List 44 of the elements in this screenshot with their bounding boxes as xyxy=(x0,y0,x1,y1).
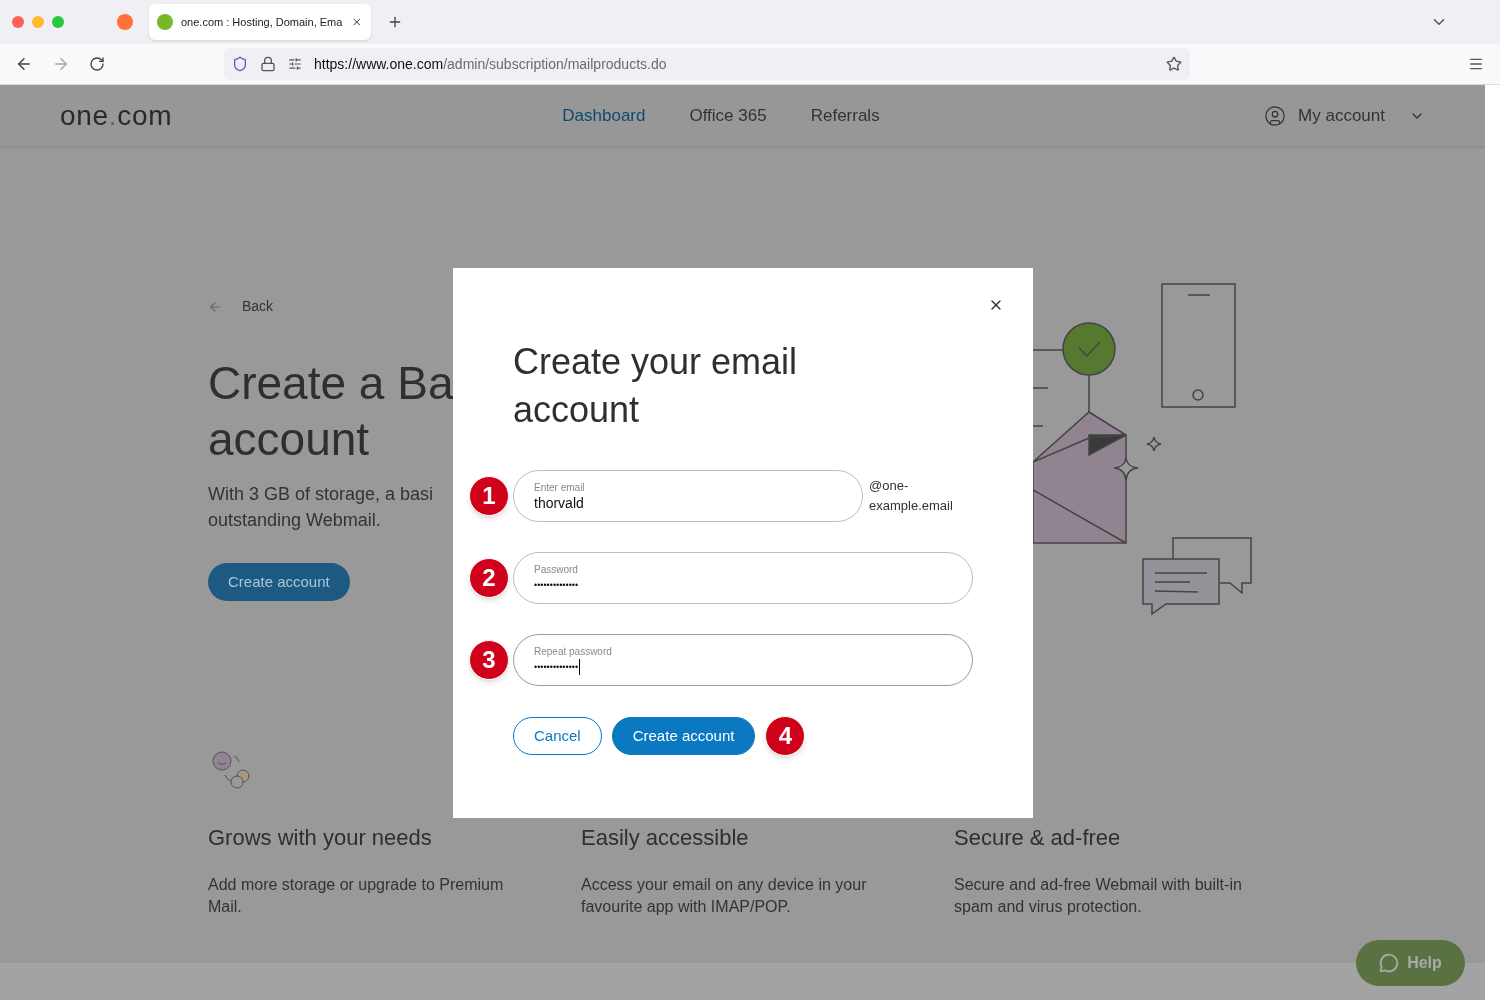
email-domain: @one-example.email xyxy=(869,477,954,515)
cancel-button[interactable]: Cancel xyxy=(513,717,602,755)
site-favicon xyxy=(157,14,173,30)
create-account-button[interactable]: Create account xyxy=(208,563,350,601)
number-marker: 4 xyxy=(765,716,806,756)
feature-title: Secure & ad-free xyxy=(954,824,1122,852)
number-marker: 1 xyxy=(469,476,509,516)
create-account-button[interactable]: Create account xyxy=(611,717,756,755)
close-window-icon[interactable] xyxy=(12,16,24,28)
user-icon xyxy=(1264,104,1287,127)
dialog-title: Create your email account xyxy=(513,340,799,432)
tab-title: one.com : Hosting, Domain, Ema xyxy=(181,14,344,30)
site-logo[interactable]: one.com xyxy=(60,94,173,137)
new-tab-icon[interactable] xyxy=(387,14,403,30)
feature-description: Access your email on any device in your favourite app with IMAP/POP. xyxy=(581,875,868,917)
reload-icon[interactable] xyxy=(89,56,105,72)
page-heading: Create a Ba xyxy=(208,356,453,411)
page-description: With 3 GB of storage, a basi xyxy=(208,483,435,506)
feature-description: Add more storage or upgrade to Premium Mail. xyxy=(208,875,505,917)
nav-link[interactable]: Office 365 xyxy=(689,102,767,129)
back-icon[interactable] xyxy=(15,55,33,73)
arrow-left-icon xyxy=(208,299,222,314)
chat-bubble-icon xyxy=(1379,953,1400,973)
feature-title: Grows with your needs xyxy=(208,824,433,852)
nav-link[interactable]: Dashboard xyxy=(562,102,646,129)
url-text: https://www.one.com/admin/subscription/mailproducts.do xyxy=(314,54,667,74)
nav-link[interactable]: Referrals xyxy=(810,102,880,129)
page-description: outstanding Webmail. xyxy=(208,509,382,532)
feature-title: Easily accessible xyxy=(581,824,750,852)
browser-logo-icon xyxy=(117,14,133,30)
address-bar[interactable]: https://www.one.com/admin/subscription/mailproducts.do xyxy=(224,48,1190,80)
bookmark-star-icon[interactable] xyxy=(1166,56,1182,72)
permissions-icon[interactable] xyxy=(288,57,302,71)
shield-icon[interactable] xyxy=(232,56,248,72)
account-menu[interactable]: My account xyxy=(1264,102,1425,129)
feature-description: Secure and ad-free Webmail with built-in spam and virus protection. xyxy=(954,875,1243,917)
number-marker: 2 xyxy=(469,558,509,598)
page-heading: account xyxy=(208,412,371,467)
menu-icon[interactable] xyxy=(1468,56,1484,72)
lock-icon[interactable] xyxy=(260,56,276,72)
back-link[interactable]: Back xyxy=(208,296,453,317)
number-marker: 3 xyxy=(469,640,509,680)
browser-tab[interactable]: one.com : Hosting, Domain, Ema xyxy=(149,4,371,40)
close-tab-icon[interactable] xyxy=(351,16,363,28)
